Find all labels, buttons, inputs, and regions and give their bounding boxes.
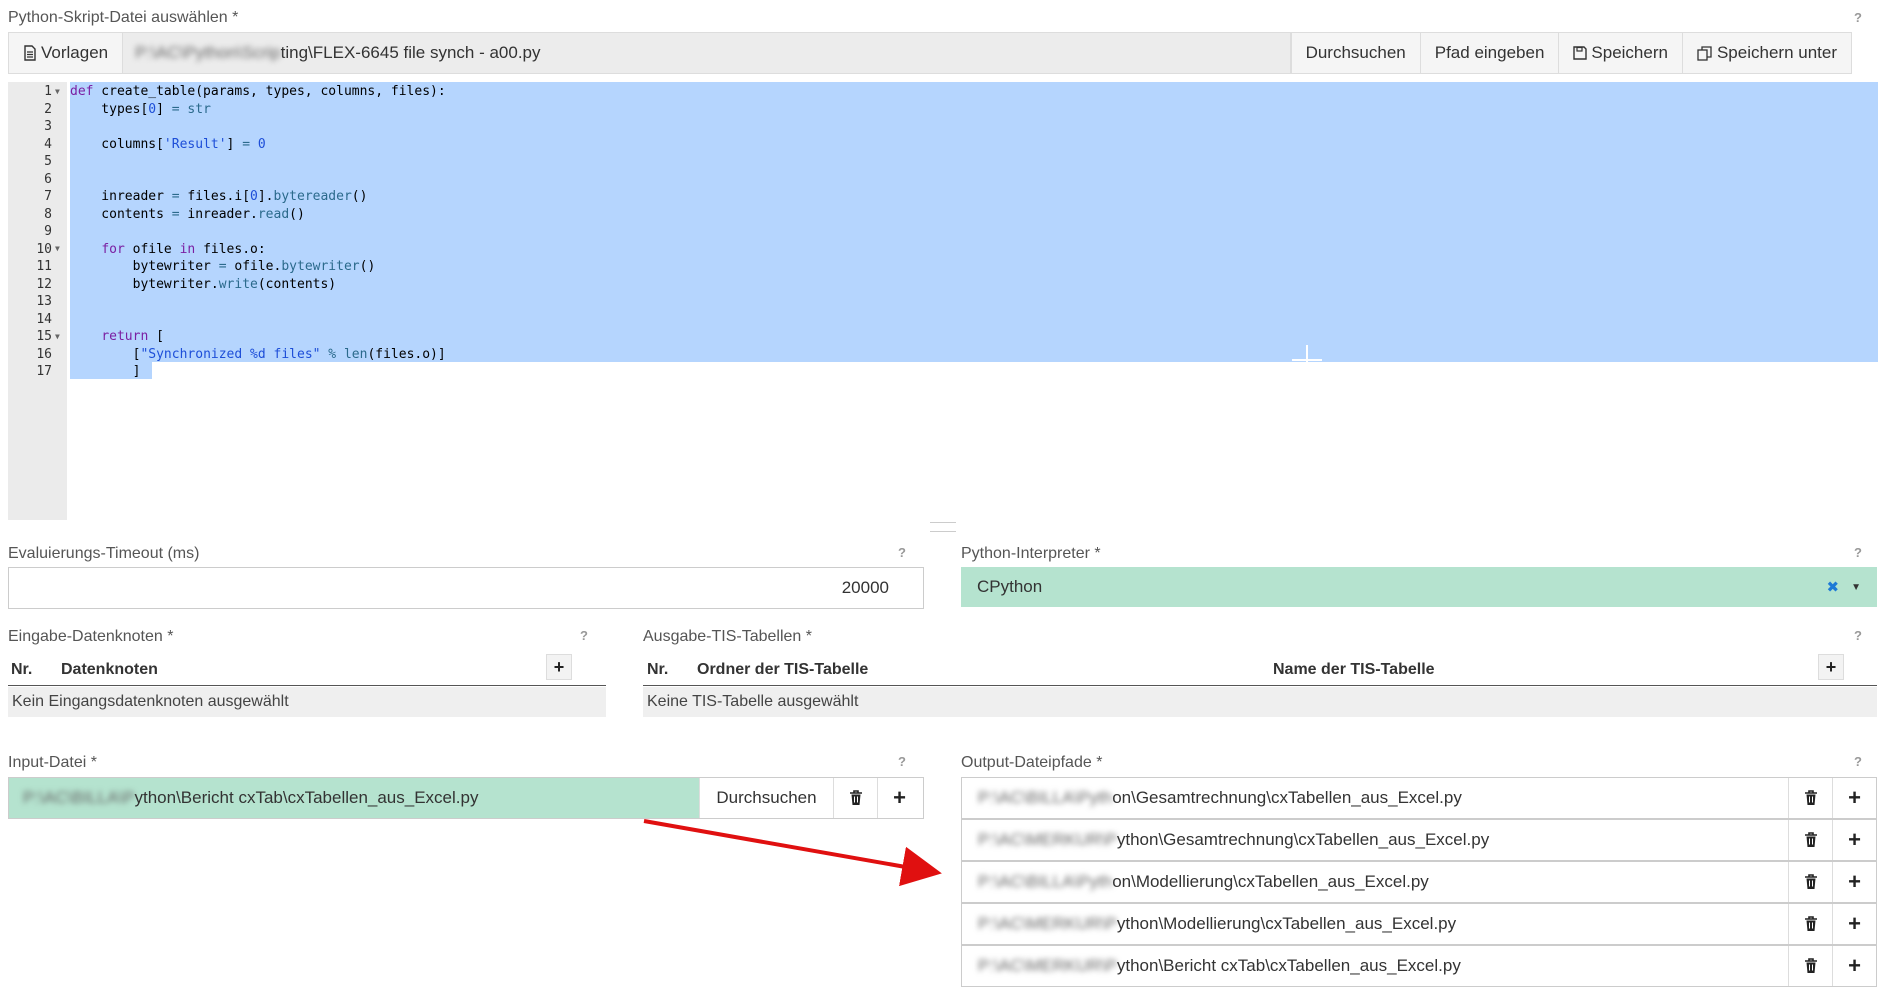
red-arrow-line bbox=[643, 819, 942, 887]
annotation-arrow bbox=[643, 819, 942, 887]
